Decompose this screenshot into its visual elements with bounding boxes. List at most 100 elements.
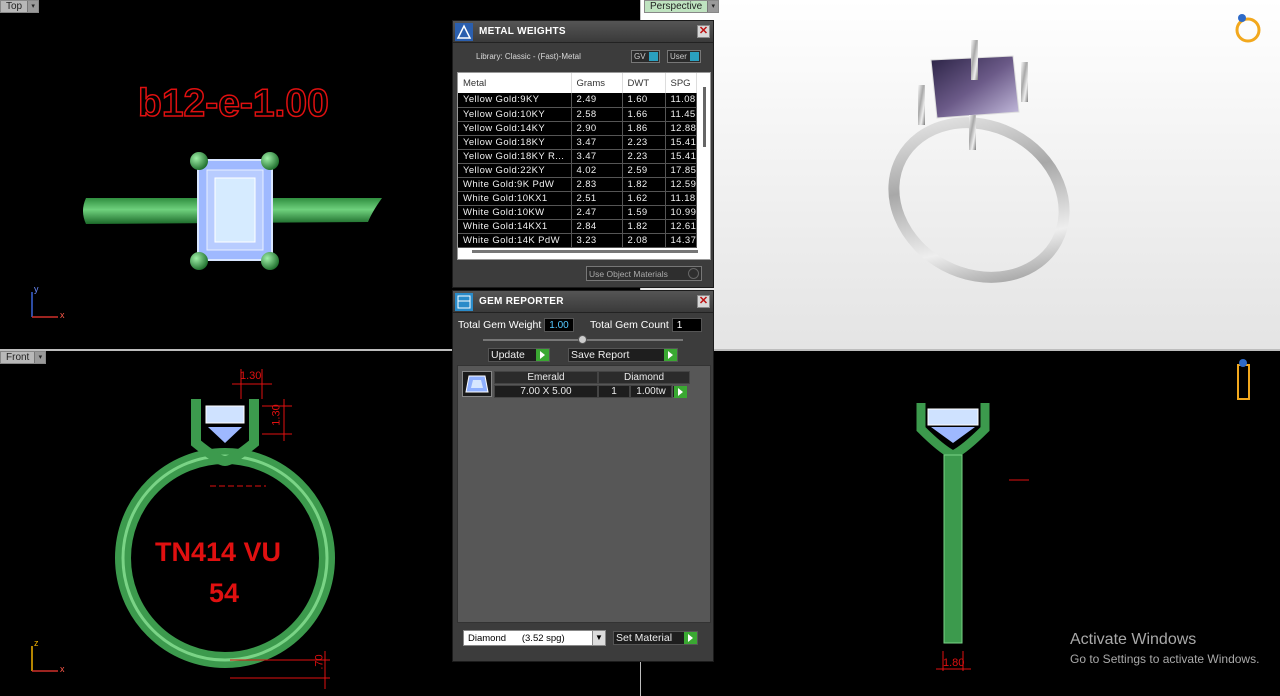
watermark-title: Activate Windows bbox=[1070, 631, 1197, 648]
dim-label-top: 1.30 bbox=[240, 370, 262, 382]
gv-label: GV bbox=[634, 52, 646, 61]
user-toggle[interactable]: User bbox=[667, 50, 701, 63]
column-header[interactable]: DWT bbox=[622, 73, 666, 93]
metal-weights-icon bbox=[454, 22, 474, 42]
table-row[interactable]: Yellow Gold:14KY 2.90 1.86 12.88 bbox=[458, 121, 697, 136]
gem-reporter-panel: GEM REPORTER ✕ Total Gem Weight 1.00 Tot… bbox=[452, 290, 714, 662]
chevron-down-icon[interactable]: ▾ bbox=[27, 1, 39, 12]
vertical-scrollbar[interactable] bbox=[703, 87, 706, 147]
viewport-label-text: Front bbox=[6, 352, 30, 363]
set-material-button[interactable]: Set Material bbox=[613, 631, 698, 645]
metal-weights-table-container[interactable]: Metal Grams DWT SPG Yellow Gold:9KY 2.49 1… bbox=[457, 72, 711, 260]
library-row: Library: Classic - (Fast)-Metal GV User bbox=[453, 43, 713, 69]
table-cell: 2.51 bbox=[571, 191, 623, 206]
ring-icon bbox=[1235, 17, 1261, 43]
emerald-gem-icon[interactable] bbox=[462, 371, 492, 397]
metal-weights-title: METAL WEIGHTS bbox=[479, 26, 566, 37]
gem-size-cell: 7.00 X 5.00 bbox=[494, 385, 598, 398]
table-cell: 2.08 bbox=[622, 233, 666, 248]
table-row[interactable]: White Gold:14KX1 2.84 1.82 12.61 bbox=[458, 219, 697, 234]
viewport-label-front[interactable]: Front ▾ bbox=[0, 351, 47, 364]
close-icon[interactable]: ✕ bbox=[697, 295, 710, 308]
set-material-label: Set Material bbox=[616, 632, 673, 644]
table-cell: 11.18 bbox=[665, 191, 697, 206]
table-cell: White Gold:14KX1 bbox=[458, 219, 572, 234]
table-cell: 1.62 bbox=[622, 191, 666, 206]
table-row[interactable]: White Gold:10KW 2.47 1.59 10.99 bbox=[458, 205, 697, 220]
prong-shape bbox=[190, 152, 208, 170]
table-cell: Yellow Gold:10KY bbox=[458, 107, 572, 122]
table-cell: 2.59 bbox=[622, 163, 666, 178]
gem-details-button[interactable] bbox=[672, 385, 688, 398]
side-shank bbox=[943, 454, 963, 644]
table-cell: Yellow Gold:22KY bbox=[458, 163, 572, 178]
gem-shape-cell: Emerald bbox=[494, 371, 598, 384]
update-button[interactable]: Update bbox=[488, 348, 550, 362]
table-cell: Yellow Gold:18KY bbox=[458, 135, 572, 150]
diamond-icon bbox=[1238, 14, 1246, 22]
table-cell: 2.23 bbox=[622, 135, 666, 150]
perspective-viewport[interactable]: Perspective ▾ bbox=[641, 0, 1280, 349]
dim-label-prong: 1.30 bbox=[270, 404, 283, 426]
table-row[interactable]: White Gold:14K PdW 3.23 2.08 14.37 bbox=[458, 233, 697, 248]
table-cell: 2.47 bbox=[571, 205, 623, 220]
table-cell: 1.82 bbox=[622, 219, 666, 234]
prong-shape bbox=[261, 152, 279, 170]
gem-weight-cell: 1.00tw bbox=[630, 385, 672, 398]
horizontal-scrollbar[interactable] bbox=[472, 250, 698, 253]
column-header[interactable]: SPG bbox=[665, 73, 697, 93]
save-report-button[interactable]: Save Report bbox=[568, 348, 678, 362]
total-gem-weight: Total Gem Weight 1.00 bbox=[458, 318, 574, 332]
table-row[interactable]: Yellow Gold:10KY 2.58 1.66 11.45 bbox=[458, 107, 697, 122]
table-row[interactable]: Yellow Gold:18KY 3.47 2.23 15.41 bbox=[458, 135, 697, 150]
metal-weights-panel: METAL WEIGHTS ✕ Library: Classic - (Fast… bbox=[452, 20, 714, 288]
table-cell: Yellow Gold:14KY bbox=[458, 121, 572, 136]
library-label: Library: Classic - (Fast)-Metal bbox=[476, 51, 581, 61]
metal-weights-titlebar[interactable]: METAL WEIGHTS ✕ bbox=[453, 21, 713, 43]
gem-slider[interactable] bbox=[483, 335, 683, 344]
front-annotation-line1: TN414 VU bbox=[155, 537, 282, 567]
chevron-down-icon[interactable]: ▼ bbox=[592, 631, 605, 645]
chevron-down-icon[interactable]: ▾ bbox=[707, 1, 719, 12]
total-gem-weight-value: 1.00 bbox=[544, 318, 574, 332]
table-header-row: Metal Grams DWT SPG bbox=[458, 73, 697, 93]
activate-windows-watermark: Activate Windows Go to Settings to activ… bbox=[1070, 631, 1259, 666]
axis-x-label: x bbox=[60, 310, 65, 320]
table-cell: 1.59 bbox=[622, 205, 666, 220]
slider-knob[interactable] bbox=[578, 335, 587, 344]
use-object-materials-toggle[interactable]: Use Object Materials bbox=[586, 266, 702, 281]
table-cell: 15.41 bbox=[665, 149, 697, 164]
table-cell: 2.58 bbox=[571, 107, 623, 122]
total-gem-count-label: Total Gem Count bbox=[590, 319, 669, 331]
toggle-knob-icon bbox=[648, 52, 658, 61]
axis-z-label: z bbox=[34, 638, 39, 648]
viewport-label-top[interactable]: Top ▾ bbox=[0, 0, 40, 13]
table-cell: 11.08 bbox=[665, 93, 697, 108]
column-header[interactable]: Metal bbox=[458, 73, 572, 93]
gem-list: Emerald Diamond 7.00 X 5.00 1 1.00tw bbox=[457, 365, 711, 623]
table-cell: 11.45 bbox=[665, 107, 697, 122]
gem-reporter-titlebar[interactable]: GEM REPORTER ✕ bbox=[453, 291, 713, 313]
chevron-down-icon[interactable]: ▾ bbox=[34, 352, 46, 363]
table-cell: 12.61 bbox=[665, 219, 697, 234]
material-select[interactable]: Diamond (3.52 spg) ▼ bbox=[463, 630, 606, 646]
table-row[interactable]: White Gold:10KX1 2.51 1.62 11.18 bbox=[458, 191, 697, 206]
table-row[interactable]: White Gold:9K PdW 2.83 1.82 12.59 bbox=[458, 177, 697, 192]
table-row[interactable]: Yellow Gold:18KY R... 3.47 2.23 15.41 bbox=[458, 149, 697, 164]
gem-reporter-icon bbox=[454, 292, 474, 312]
table-cell: 1.60 bbox=[622, 93, 666, 108]
table-cell: 1.66 bbox=[622, 107, 666, 122]
material-select-value: Diamond (3.52 spg) bbox=[468, 632, 565, 644]
dim-label-bottom: .70 bbox=[313, 654, 326, 670]
ring-side-icon bbox=[1237, 364, 1250, 400]
column-header[interactable]: Grams bbox=[571, 73, 623, 93]
axis-x-label: x bbox=[60, 664, 65, 674]
gv-toggle[interactable]: GV bbox=[631, 50, 660, 63]
viewport-label-perspective[interactable]: Perspective ▾ bbox=[644, 0, 720, 13]
axis-y-label: y bbox=[34, 284, 39, 294]
radio-icon bbox=[688, 268, 699, 279]
table-row[interactable]: Yellow Gold:9KY 2.49 1.60 11.08 bbox=[458, 93, 697, 108]
close-icon[interactable]: ✕ bbox=[697, 25, 710, 38]
table-row[interactable]: Yellow Gold:22KY 4.02 2.59 17.85 bbox=[458, 163, 697, 178]
total-gem-count-value: 1 bbox=[671, 318, 702, 332]
